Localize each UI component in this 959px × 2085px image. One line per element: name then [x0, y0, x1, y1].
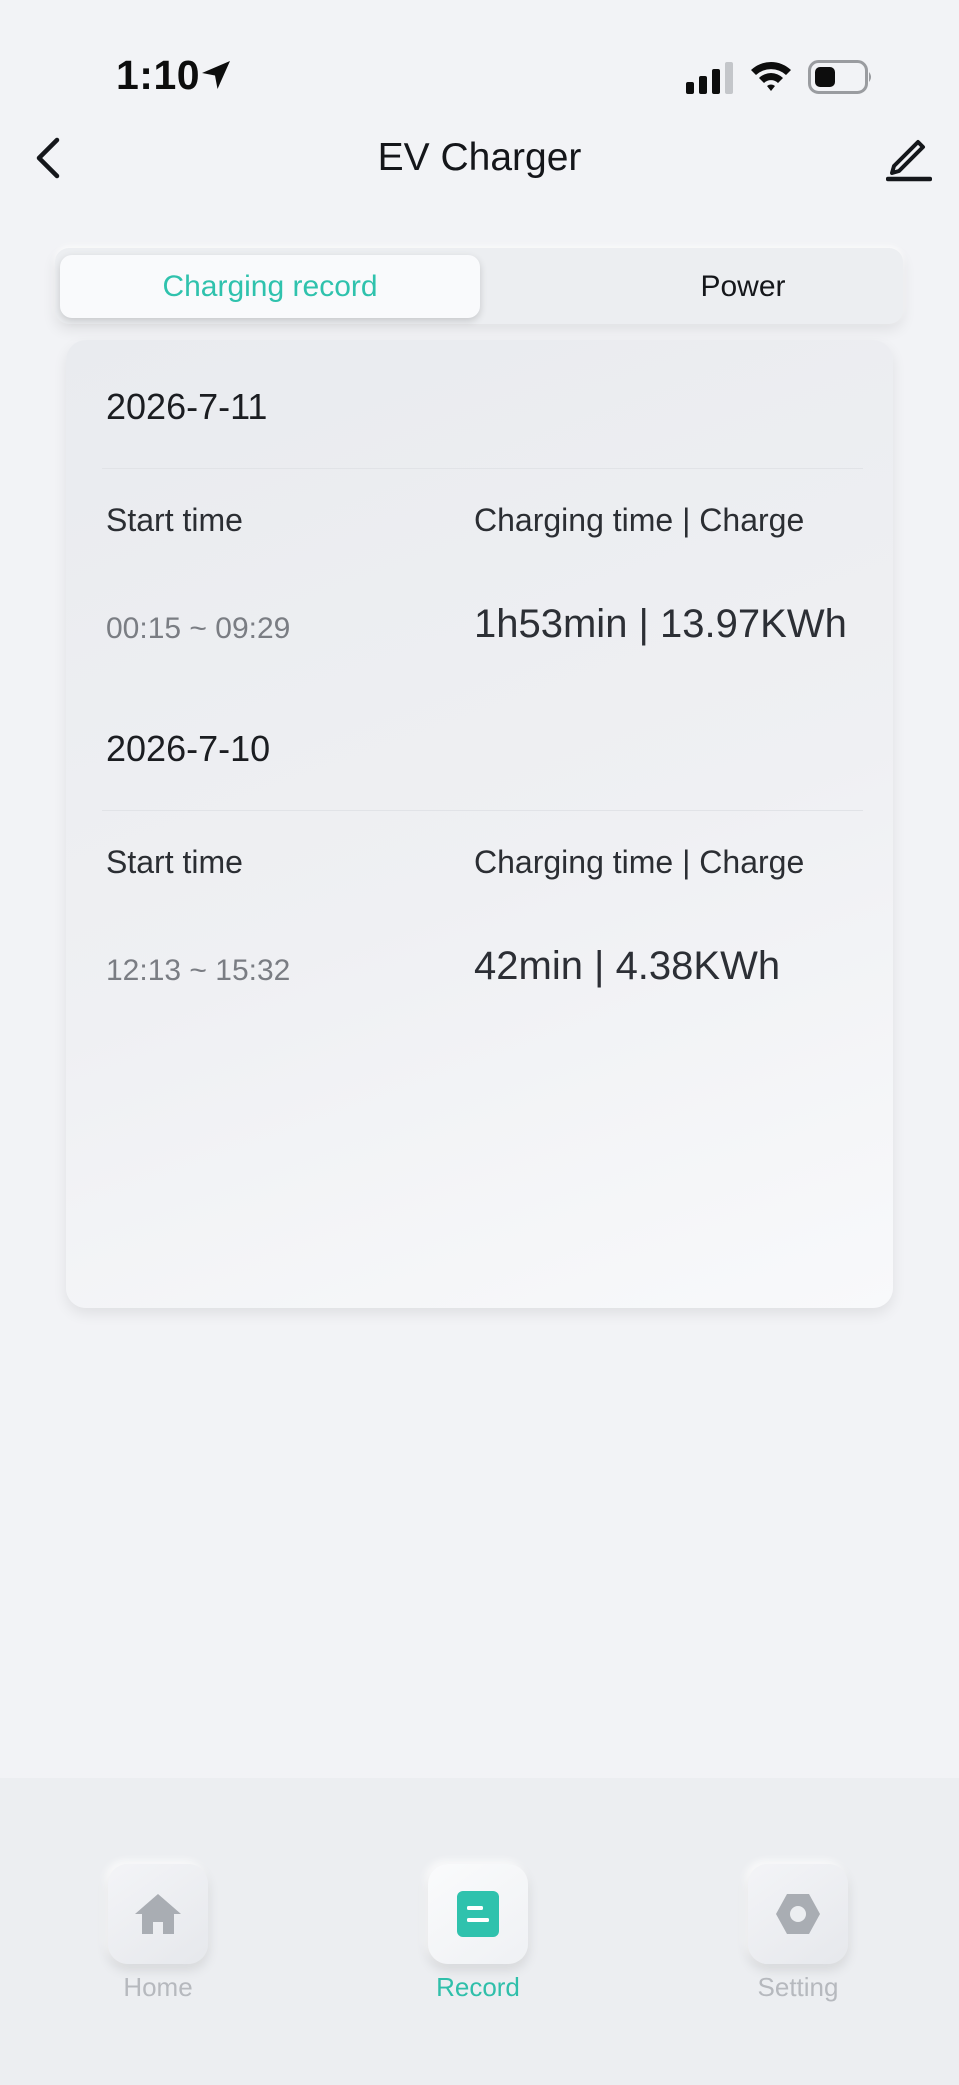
charging-time-label: Charging time | Charge [474, 844, 805, 880]
record-date: 2026-7-10 [106, 728, 271, 769]
record-button[interactable] [428, 1864, 528, 1964]
status-bar: 1:10 [0, 0, 959, 120]
cellular-signal-icon [686, 62, 733, 94]
setting-button[interactable] [748, 1864, 848, 1964]
record-document-icon [457, 1891, 499, 1937]
divider [102, 468, 863, 469]
navigation-bar: EV Charger [0, 120, 959, 196]
duration-charge-value: 1h53min | 13.97KWh [474, 602, 847, 646]
tab-power[interactable]: Power [533, 255, 953, 318]
record-date: 2026-7-11 [106, 386, 268, 427]
tab-label-setting: Setting [757, 1972, 839, 2002]
tab-label-home: Home [123, 1972, 193, 2002]
home-icon [135, 1894, 181, 1934]
charging-time-label: Charging time | Charge [474, 502, 805, 538]
start-time-label: Start time [106, 844, 243, 880]
bottom-tab-record[interactable]: Record [398, 1864, 558, 2024]
location-arrow-icon [202, 61, 230, 89]
pencil-edit-icon[interactable] [886, 132, 932, 182]
ev-charger-record-screen: 1:10 EV Charger Charging record Power 20… [0, 0, 959, 2085]
tab-label-record: Record [436, 1972, 520, 2002]
divider [102, 810, 863, 811]
wifi-icon [751, 62, 791, 91]
start-time-label: Start time [106, 502, 243, 538]
bottom-tab-bar: Home Record Setting [0, 1778, 959, 2085]
charging-records-list: 2026-7-11 Start time Charging time | Cha… [66, 340, 893, 1308]
page-title: EV Charger [377, 136, 582, 179]
tab-charging-record[interactable]: Charging record [60, 255, 480, 318]
duration-charge-value: 42min | 4.38KWh [474, 944, 781, 988]
bottom-tab-setting[interactable]: Setting [718, 1864, 878, 2024]
home-button[interactable] [108, 1864, 208, 1964]
record-type-tabs: Charging record Power [55, 248, 903, 324]
hexagon-settings-icon [776, 1894, 820, 1934]
time-range: 00:15 ~ 09:29 [106, 612, 291, 645]
status-time: 1:10 [116, 52, 201, 98]
time-range: 12:13 ~ 15:32 [106, 954, 291, 987]
battery-icon [808, 60, 871, 94]
bottom-tab-home[interactable]: Home [78, 1864, 238, 2024]
